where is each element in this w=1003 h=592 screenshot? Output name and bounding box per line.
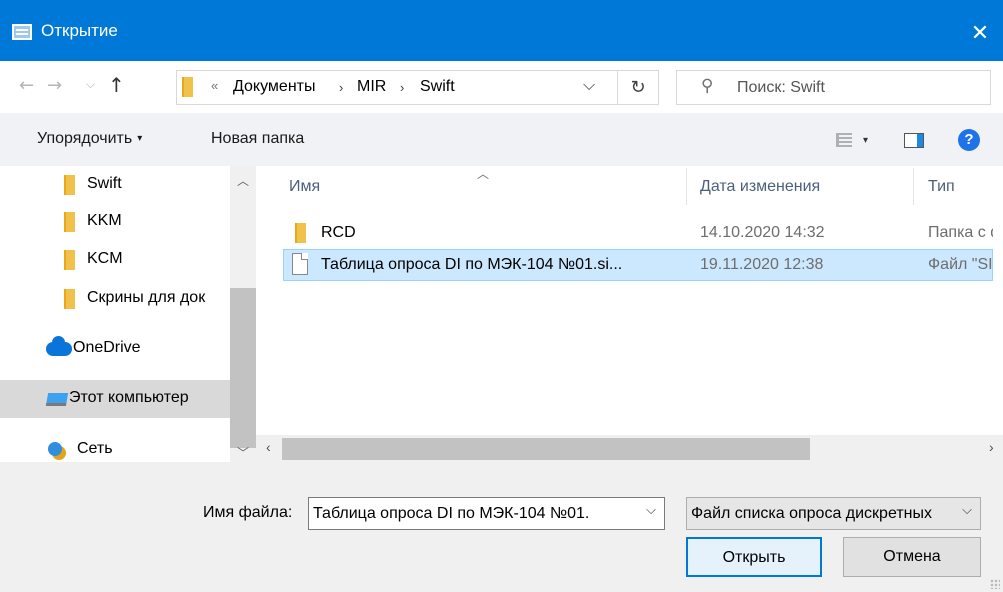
breadcrumb-documents[interactable]: Документы — [233, 78, 315, 96]
sort-ascending-icon: ︿ — [477, 167, 490, 181]
back-arrow-icon[interactable]: ← — [19, 75, 34, 96]
nav-item-kcm[interactable]: KCM — [0, 241, 230, 279]
nav-scrollbar[interactable]: ︿ ﹀ — [230, 166, 256, 462]
file-type: Файл "SIL" — [928, 256, 992, 273]
nav-item-label: KCM — [87, 250, 123, 267]
chevron-down-icon: ▾ — [137, 133, 143, 144]
file-list: ︿ Имя Дата изменения Тип RCD 14.10.2020 … — [256, 166, 1003, 462]
file-icon — [292, 253, 308, 275]
scroll-down-icon[interactable]: ﹀ — [230, 444, 256, 461]
dialog-footer: Имя файла: ⌵ Файл списка опроса дискретн… — [0, 462, 1003, 592]
folder-icon — [64, 175, 75, 195]
breadcrumb-mir[interactable]: MIR — [357, 78, 386, 96]
horizontal-scrollbar[interactable]: ‹ › — [256, 435, 1003, 462]
file-type-filter[interactable]: Файл списка опроса дискретных ⌵ — [686, 497, 981, 530]
folder-icon — [182, 77, 193, 97]
address-row: ← → ⌵ ↑ « Документы › MIR › Swift ⌵ ↻ ⚲ — [0, 61, 1003, 113]
breadcrumb-overflow-icon[interactable]: « — [211, 78, 218, 93]
nav-item-label: Этот компьютер — [69, 389, 189, 406]
address-dropdown-icon[interactable]: ⌵ — [583, 75, 595, 95]
file-date: 14.10.2020 14:32 — [700, 224, 825, 241]
title-bar: Открытие ✕ — [0, 0, 1003, 61]
file-row-rcd[interactable]: RCD 14.10.2020 14:32 Папка с файлами — [283, 218, 993, 250]
file-name: RCD — [321, 224, 356, 241]
chevron-down-icon[interactable]: ▾ — [863, 135, 868, 146]
recent-locations-chevron-icon[interactable]: ⌵ — [86, 77, 95, 92]
nav-item-label: KKM — [87, 212, 122, 229]
dialog-icon — [12, 24, 32, 40]
folder-icon — [64, 212, 75, 232]
file-date: 19.11.2020 12:38 — [700, 256, 824, 273]
file-name: Таблица опроса DI по МЭК-104 №01.si... — [321, 256, 623, 273]
nav-item-this-pc[interactable]: Этот компьютер — [0, 380, 230, 418]
nav-item-screenshots[interactable]: Скрины для док — [0, 280, 230, 318]
folder-icon — [295, 223, 306, 243]
search-box[interactable]: ⚲ — [676, 70, 991, 105]
filename-label: Имя файла: — [203, 504, 293, 521]
search-input[interactable] — [737, 77, 977, 99]
scroll-right-icon[interactable]: › — [989, 439, 994, 455]
nav-item-label: Скрины для док — [87, 289, 206, 306]
column-header-date[interactable]: Дата изменения — [700, 178, 820, 196]
nav-item-label: Сеть — [77, 440, 113, 457]
column-divider[interactable] — [686, 168, 687, 205]
command-bar: Упорядочить ▾ Новая папка ▾ ? — [0, 113, 1003, 166]
nav-item-onedrive[interactable]: OneDrive — [0, 330, 230, 368]
nav-item-label: Swift — [87, 175, 122, 192]
folder-icon — [64, 250, 75, 270]
filename-combo[interactable]: ⌵ — [308, 497, 665, 530]
close-button[interactable]: ✕ — [957, 14, 1003, 54]
breadcrumb-separator-icon[interactable]: › — [339, 80, 343, 95]
preview-pane-icon[interactable] — [904, 133, 924, 148]
organize-label: Упорядочить — [37, 130, 133, 147]
scroll-left-icon[interactable]: ‹ — [266, 439, 271, 455]
scrollbar-thumb[interactable] — [282, 438, 810, 460]
chevron-down-icon[interactable]: ⌵ — [962, 503, 972, 518]
column-header-type[interactable]: Тип — [928, 178, 955, 196]
file-type: Папка с файлами — [928, 224, 993, 241]
breadcrumb-separator-icon[interactable]: › — [400, 80, 404, 95]
view-options-icon[interactable] — [836, 133, 852, 147]
up-arrow-icon[interactable]: ↑ — [108, 73, 125, 97]
forward-arrow-icon[interactable]: → — [47, 75, 62, 96]
folder-icon — [64, 289, 75, 309]
nav-item-label: OneDrive — [73, 339, 141, 356]
new-folder-button[interactable]: Новая папка — [211, 130, 304, 148]
refresh-button[interactable]: ↻ — [617, 71, 658, 104]
file-type-filter-value: Файл списка опроса дискретных — [691, 505, 932, 522]
scrollbar-thumb[interactable] — [230, 288, 256, 448]
computer-icon — [45, 393, 69, 406]
file-row-table[interactable]: Таблица опроса DI по МЭК-104 №01.si... 1… — [283, 249, 993, 281]
navigation-pane: Swift KKM KCM Скрины для док OneDrive Эт… — [0, 166, 256, 462]
nav-item-kkm[interactable]: KKM — [0, 203, 230, 241]
search-icon: ⚲ — [701, 76, 714, 96]
filename-input[interactable] — [313, 504, 638, 524]
breadcrumb-swift[interactable]: Swift — [420, 78, 455, 96]
column-divider[interactable] — [913, 168, 914, 205]
resize-grip-icon[interactable] — [990, 579, 1000, 589]
help-icon[interactable]: ? — [958, 129, 980, 151]
address-bar[interactable]: « Документы › MIR › Swift ⌵ — [176, 70, 659, 105]
network-icon — [48, 442, 62, 456]
cancel-button[interactable]: Отмена — [843, 537, 981, 577]
scroll-up-icon[interactable]: ︿ — [230, 172, 256, 189]
nav-item-swift[interactable]: Swift — [0, 166, 230, 204]
window-title: Открытие — [41, 21, 118, 40]
column-header-name[interactable]: Имя — [289, 178, 320, 196]
organize-button[interactable]: Упорядочить ▾ — [37, 130, 142, 148]
chevron-down-icon[interactable]: ⌵ — [646, 503, 656, 518]
open-button[interactable]: Открыть — [686, 537, 822, 577]
onedrive-cloud-icon — [46, 336, 72, 356]
